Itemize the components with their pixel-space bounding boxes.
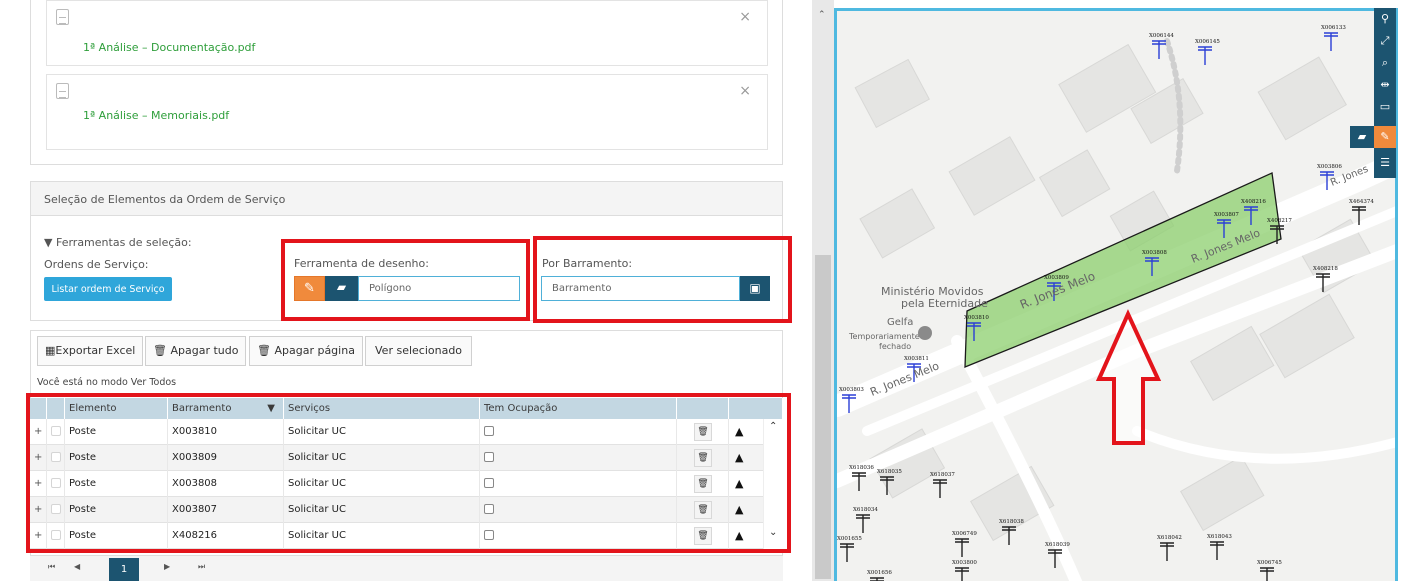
- selection-tools-label: ▼ Ferramentas de seleção:: [44, 236, 192, 249]
- bus-label: Por Barramento:: [542, 257, 633, 270]
- svg-text:X618039: X618039: [1045, 542, 1070, 548]
- attachments-panel: 1ª Análise – Documentação.pdf × 1ª Análi…: [30, 0, 783, 165]
- attachment-link[interactable]: 1ª Análise – Documentação.pdf: [83, 41, 255, 54]
- highlight-grid: [26, 393, 791, 553]
- next-page-icon[interactable]: ▶: [164, 562, 170, 571]
- save-icon[interactable]: ▣: [740, 276, 770, 301]
- list-icon[interactable]: ☰: [1374, 152, 1396, 174]
- pole-marker[interactable]: X006133: [1321, 25, 1346, 51]
- pole-marker[interactable]: X006745: [1257, 560, 1282, 581]
- search-icon[interactable]: ⌕: [1374, 52, 1396, 74]
- svg-text:X618037: X618037: [930, 472, 955, 478]
- drawing-tool-select[interactable]: Polígono: [358, 276, 520, 301]
- left-panel: 1ª Análise – Documentação.pdf × 1ª Análi…: [0, 0, 812, 581]
- show-selected-button[interactable]: Ver selecionado: [365, 336, 473, 366]
- svg-text:X003803: X003803: [839, 387, 864, 393]
- pole-marker[interactable]: X006145: [1195, 39, 1220, 65]
- list-orders-button[interactable]: Listar ordem de Serviço: [44, 277, 172, 301]
- svg-text:X003807: X003807: [1214, 212, 1239, 218]
- first-page-icon[interactable]: ⏮: [48, 562, 55, 572]
- svg-text:X003811: X003811: [904, 356, 929, 362]
- svg-text:X006745: X006745: [1257, 560, 1282, 566]
- chevron-up-icon[interactable]: ⌃: [818, 10, 826, 20]
- map-panel[interactable]: X006144 X006145 X006133 X003806 X464374 X4082…: [834, 8, 1398, 581]
- map-canvas[interactable]: X006144 X006145 X006133 X003806 X464374 X4082…: [837, 11, 1398, 581]
- delete-page-button[interactable]: 🗑 Apagar página: [249, 336, 363, 366]
- svg-text:X006133: X006133: [1321, 25, 1346, 31]
- svg-text:X006144: X006144: [1149, 33, 1174, 39]
- attachment-item: 1ª Análise – Memoriais.pdf ×: [46, 74, 768, 150]
- svg-text:X003810: X003810: [964, 315, 989, 321]
- trash-icon: 🗑: [257, 344, 271, 357]
- svg-text:X006145: X006145: [1195, 39, 1220, 45]
- svg-text:X003800: X003800: [952, 560, 977, 566]
- pole-marker[interactable]: X618042: [1157, 535, 1182, 561]
- app-root: 1ª Análise – Documentação.pdf × 1ª Análi…: [0, 0, 1406, 581]
- drawing-tool-label: Ferramenta de desenho:: [294, 257, 429, 270]
- place-label: pela Eternidade: [901, 297, 988, 310]
- trash-icon: 🗑: [153, 344, 167, 357]
- selection-panel-title: Seleção de Elementos da Ordem de Serviço: [31, 182, 782, 216]
- svg-text:X618034: X618034: [853, 507, 878, 513]
- svg-text:X618038: X618038: [999, 519, 1024, 525]
- attachment-link[interactable]: 1ª Análise – Memoriais.pdf: [83, 109, 229, 122]
- svg-text:X618035: X618035: [877, 469, 902, 475]
- pdf-icon: [56, 83, 69, 99]
- svg-text:X003806: X003806: [1317, 164, 1342, 170]
- pole-marker[interactable]: X006749: [952, 531, 977, 557]
- filter-icon: ▼: [44, 236, 53, 249]
- measure-icon[interactable]: ⇹: [1374, 74, 1396, 96]
- location-icon[interactable]: ⚲: [1374, 8, 1396, 30]
- svg-text:X408218: X408218: [1313, 266, 1338, 272]
- splitter[interactable]: ⌃: [812, 0, 834, 581]
- svg-text:X408216: X408216: [1241, 199, 1266, 205]
- eraser-icon[interactable]: ▰: [1350, 126, 1374, 148]
- svg-text:X618036: X618036: [849, 465, 874, 471]
- svg-text:X003808: X003808: [1142, 250, 1167, 256]
- pager: ⏮ ◀ 1 ▶ ⏭: [30, 555, 783, 581]
- prev-page-icon[interactable]: ◀: [74, 562, 80, 571]
- fullscreen-icon[interactable]: ⤢: [1374, 30, 1396, 52]
- orders-label: Ordens de Serviço:: [44, 258, 149, 271]
- svg-text:X464374: X464374: [1349, 199, 1374, 205]
- pole-marker[interactable]: X618043: [1207, 534, 1232, 560]
- attachments-list: 1ª Análise – Documentação.pdf × 1ª Análi…: [46, 0, 768, 150]
- pole-marker[interactable]: X618034: [853, 507, 878, 533]
- bus-input[interactable]: Barramento: [541, 276, 740, 301]
- pole-marker[interactable]: X618037: [930, 472, 955, 498]
- svg-text:X001655: X001655: [837, 536, 862, 542]
- close-icon[interactable]: ×: [739, 83, 751, 99]
- place-label: fechado: [879, 342, 911, 351]
- excel-icon: ▦: [45, 344, 56, 357]
- pole-marker[interactable]: X003800: [952, 560, 977, 581]
- mode-text: Você está no modo Ver Todos: [37, 377, 177, 388]
- svg-text:X408217: X408217: [1267, 218, 1292, 224]
- svg-text:X006749: X006749: [952, 531, 977, 537]
- pole-marker[interactable]: X001656: [867, 570, 892, 581]
- svg-text:X618043: X618043: [1207, 534, 1232, 540]
- splitter-handle[interactable]: [815, 255, 831, 579]
- attachment-item: 1ª Análise – Documentação.pdf ×: [46, 0, 768, 66]
- pencil-icon[interactable]: ✎: [1374, 126, 1396, 148]
- pencil-icon[interactable]: ✎: [294, 276, 325, 301]
- place-label: Temporariamente: [848, 332, 920, 341]
- page-current[interactable]: 1: [109, 558, 139, 581]
- pole-marker[interactable]: X001655: [837, 536, 862, 562]
- print-icon[interactable]: ▭: [1374, 96, 1396, 118]
- last-page-icon[interactable]: ⏭: [198, 562, 205, 572]
- svg-text:X618042: X618042: [1157, 535, 1182, 541]
- pdf-icon: [56, 9, 69, 25]
- close-icon[interactable]: ×: [739, 9, 751, 25]
- eraser-icon[interactable]: ▰: [325, 276, 358, 301]
- export-excel-button[interactable]: ▦Exportar Excel: [37, 336, 144, 366]
- map-toolbar: ⚲ ⤢ ⌕ ⇹ ▭ ✎ ☰: [1374, 8, 1396, 178]
- delete-all-button[interactable]: 🗑 Apagar tudo: [145, 336, 247, 366]
- place-marker-icon[interactable]: [918, 326, 932, 340]
- svg-text:X001656: X001656: [867, 570, 892, 576]
- place-label: Gelfa: [887, 317, 913, 328]
